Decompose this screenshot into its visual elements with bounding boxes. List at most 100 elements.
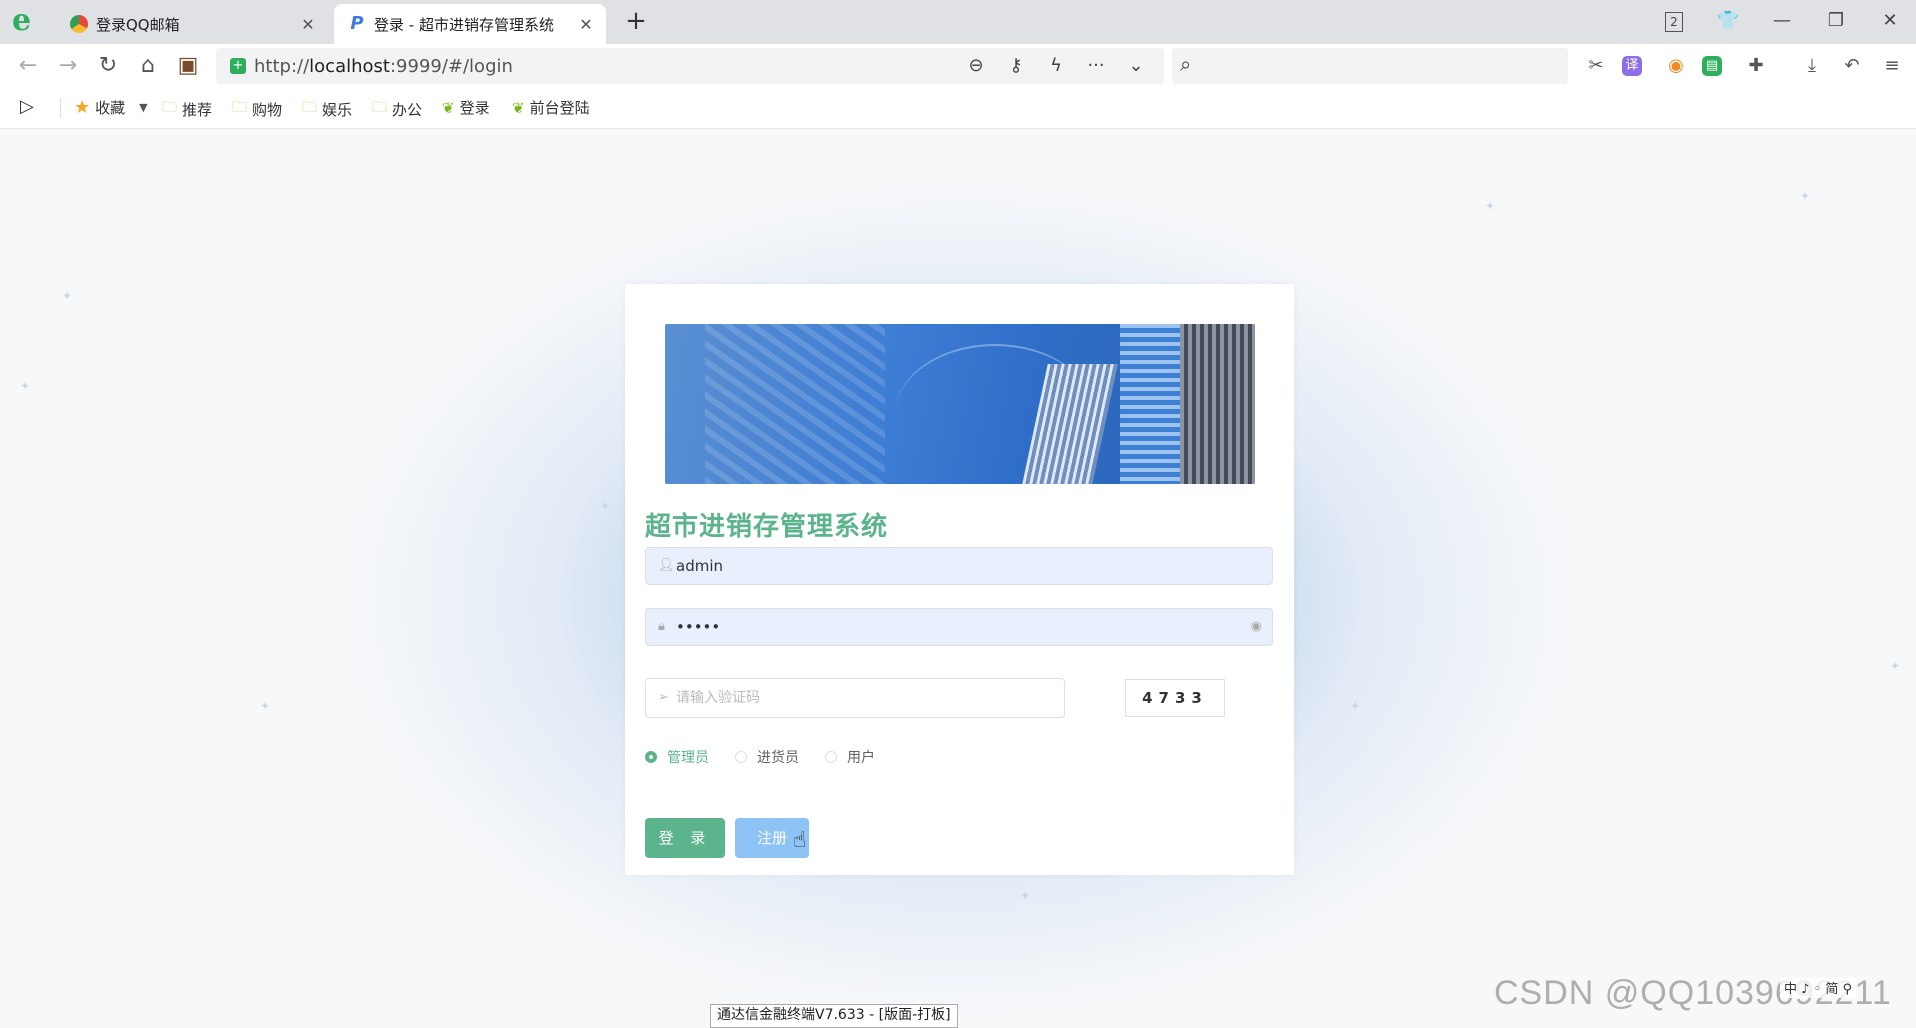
user-icon: 👤︎: [658, 558, 675, 573]
bookmark-login[interactable]: ❦ 登录: [442, 97, 490, 118]
bookmark-frontend-login[interactable]: ❦ 前台登陆: [512, 97, 590, 118]
skin-shirt-icon[interactable]: 👕: [1708, 6, 1748, 36]
translate-icon[interactable]: 译: [1622, 56, 1642, 76]
role-label: 用户: [847, 750, 875, 766]
bookmark-folder-entertainment[interactable]: 🗀 娱乐: [302, 97, 352, 122]
star-icon: ★: [74, 97, 91, 118]
sparkle-decoration: ✦: [1890, 659, 1901, 673]
tab-count-label: 2: [1665, 12, 1683, 32]
role-radio-group: 管理员 进货员 用户: [645, 747, 901, 767]
bookmark-folder-shopping[interactable]: 🗀 购物: [232, 97, 282, 122]
eye-icon[interactable]: ◉: [1251, 619, 1262, 634]
bookmark-favorites[interactable]: ★ 收藏 ▼: [74, 97, 148, 118]
address-bar[interactable]: + http://localhost:9999/#/login ⊖ ⚷ ϟ ··…: [216, 48, 1164, 84]
back-arrow-icon[interactable]: ←: [12, 50, 44, 82]
bookmark-folder-office[interactable]: 🗀 办公: [372, 97, 422, 122]
download-icon[interactable]: ⤓: [1798, 52, 1826, 80]
captcha-image[interactable]: 4733: [1125, 679, 1225, 717]
send-arrow-icon: ➢: [658, 690, 669, 705]
home-icon[interactable]: ⌂: [132, 50, 164, 82]
bookmark-label: 前台登陆: [529, 99, 590, 117]
taskbar-tooltip: 通达信金融终端V7.633 - [版面-打板]: [710, 1004, 958, 1028]
role-user-radio[interactable]: 用户: [825, 747, 875, 767]
url-text[interactable]: http://localhost:9999/#/login: [254, 56, 513, 77]
hand-cursor-icon: ☝: [793, 828, 807, 853]
tab-title: 登录 - 超市进销存管理系统: [374, 15, 554, 34]
more-dots-icon[interactable]: ···: [1082, 52, 1110, 80]
folder-icon: 🗀: [372, 98, 388, 116]
close-tab-icon[interactable]: ✕: [298, 15, 318, 34]
radio-indicator[interactable]: [645, 751, 657, 763]
undo-icon[interactable]: ↶: [1838, 52, 1866, 80]
folder-icon: 🗀: [302, 98, 318, 116]
gamepad-icon[interactable]: ◉: [1662, 52, 1690, 80]
reload-icon[interactable]: ↻: [92, 50, 124, 82]
lightning-icon[interactable]: ϟ: [1042, 52, 1070, 80]
menu-icon[interactable]: ≡: [1878, 52, 1906, 80]
bookmark-folder-recommend[interactable]: 🗀 推荐: [162, 97, 212, 122]
bookmark-label: 购物: [252, 101, 283, 119]
sparkle-decoration: ✦: [1020, 889, 1031, 903]
chevron-down-icon[interactable]: ⌄: [1122, 52, 1150, 80]
divider: [60, 98, 61, 118]
minimize-icon[interactable]: —: [1762, 6, 1802, 36]
building-graphic: [1120, 324, 1180, 484]
browser-tab-bar: e 登录QQ邮箱 ✕ P 登录 - 超市进销存管理系统 ✕ + 2 👕 — ❐ …: [0, 0, 1916, 44]
captcha-field[interactable]: ➢: [645, 678, 1065, 718]
tab-title: 登录QQ邮箱: [96, 15, 180, 34]
bookmark-label: 推荐: [182, 101, 213, 119]
reader-icon[interactable]: ▤: [1702, 56, 1722, 76]
sparkle-decoration: ✦: [260, 699, 271, 713]
role-admin-radio[interactable]: 管理员: [645, 747, 709, 767]
forward-arrow-icon[interactable]: →: [52, 50, 84, 82]
keyboard-graphic: [705, 324, 885, 484]
new-tab-button[interactable]: +: [620, 6, 652, 38]
folder-icon: 🗀: [162, 98, 178, 116]
search-icon: ⌕: [1180, 52, 1192, 76]
username-field[interactable]: 👤︎: [645, 547, 1273, 585]
sparkle-decoration: ✦: [1350, 699, 1361, 713]
browser-logo-icon[interactable]: e: [12, 6, 42, 36]
leaf-icon: ❦: [512, 98, 525, 117]
sparkle-decoration: ✦: [1485, 199, 1496, 213]
zoom-out-icon[interactable]: ⊖: [962, 52, 990, 80]
sparkle-decoration: ✦: [20, 379, 31, 393]
bookmarks-bar: ▷ ★ 收藏 ▼ 🗀 推荐 🗀 购物 🗀 娱乐 🗀 办公 ❦ 登录 ❦ 前台登陆: [0, 88, 1916, 129]
password-input[interactable]: [676, 609, 1236, 645]
tab-qq-mail[interactable]: 登录QQ邮箱 ✕: [56, 4, 328, 44]
role-purchaser-radio[interactable]: 进货员: [735, 747, 799, 767]
username-input[interactable]: [676, 548, 1236, 584]
banner-image: [665, 324, 1255, 484]
key-icon[interactable]: ⚷: [1002, 52, 1030, 80]
address-toolbar: ← → ↻ ⌂ ▣ + http://localhost:9999/#/logi…: [0, 44, 1916, 88]
radio-indicator[interactable]: [735, 751, 747, 763]
scissors-icon[interactable]: ✂: [1582, 52, 1610, 80]
caret-down-icon[interactable]: ▼: [139, 101, 147, 114]
close-tab-icon[interactable]: ✕: [576, 15, 596, 34]
tab-login-system[interactable]: P 登录 - 超市进销存管理系统 ✕: [334, 4, 606, 44]
folder-icon: 🗀: [232, 98, 248, 116]
restore-icon[interactable]: ❐: [1816, 6, 1856, 36]
bookmark-label: 收藏: [95, 99, 126, 117]
close-window-icon[interactable]: ✕: [1870, 6, 1910, 36]
extension-puzzle-icon[interactable]: ✚: [1742, 52, 1770, 80]
lock-icon: 🔒︎: [658, 619, 665, 634]
login-button[interactable]: 登 录: [645, 818, 725, 858]
briefcase-icon[interactable]: ▣: [172, 50, 204, 82]
tab-count-icon[interactable]: 2: [1654, 6, 1694, 36]
captcha-input[interactable]: [676, 679, 1046, 717]
qq-mail-icon: [70, 15, 88, 33]
building-graphic: [1180, 324, 1255, 484]
leaf-icon: ❦: [442, 98, 455, 117]
sparkle-decoration: ✦: [600, 499, 611, 513]
ime-status-bar[interactable]: 中 ♪ ◦ 简 ⚲: [1780, 978, 1857, 998]
sparkle-decoration: ✦: [62, 289, 73, 303]
sparkle-decoration: ✦: [1800, 189, 1811, 203]
sidebar-toggle-icon[interactable]: ▷: [20, 96, 34, 117]
bookmark-label: 登录: [459, 99, 490, 117]
secure-shield-icon: +: [230, 58, 246, 74]
bookmark-label: 娱乐: [322, 101, 353, 119]
search-input[interactable]: ⌕: [1172, 48, 1568, 84]
password-field[interactable]: 🔒︎ ◉: [645, 608, 1273, 646]
radio-indicator[interactable]: [825, 751, 837, 763]
